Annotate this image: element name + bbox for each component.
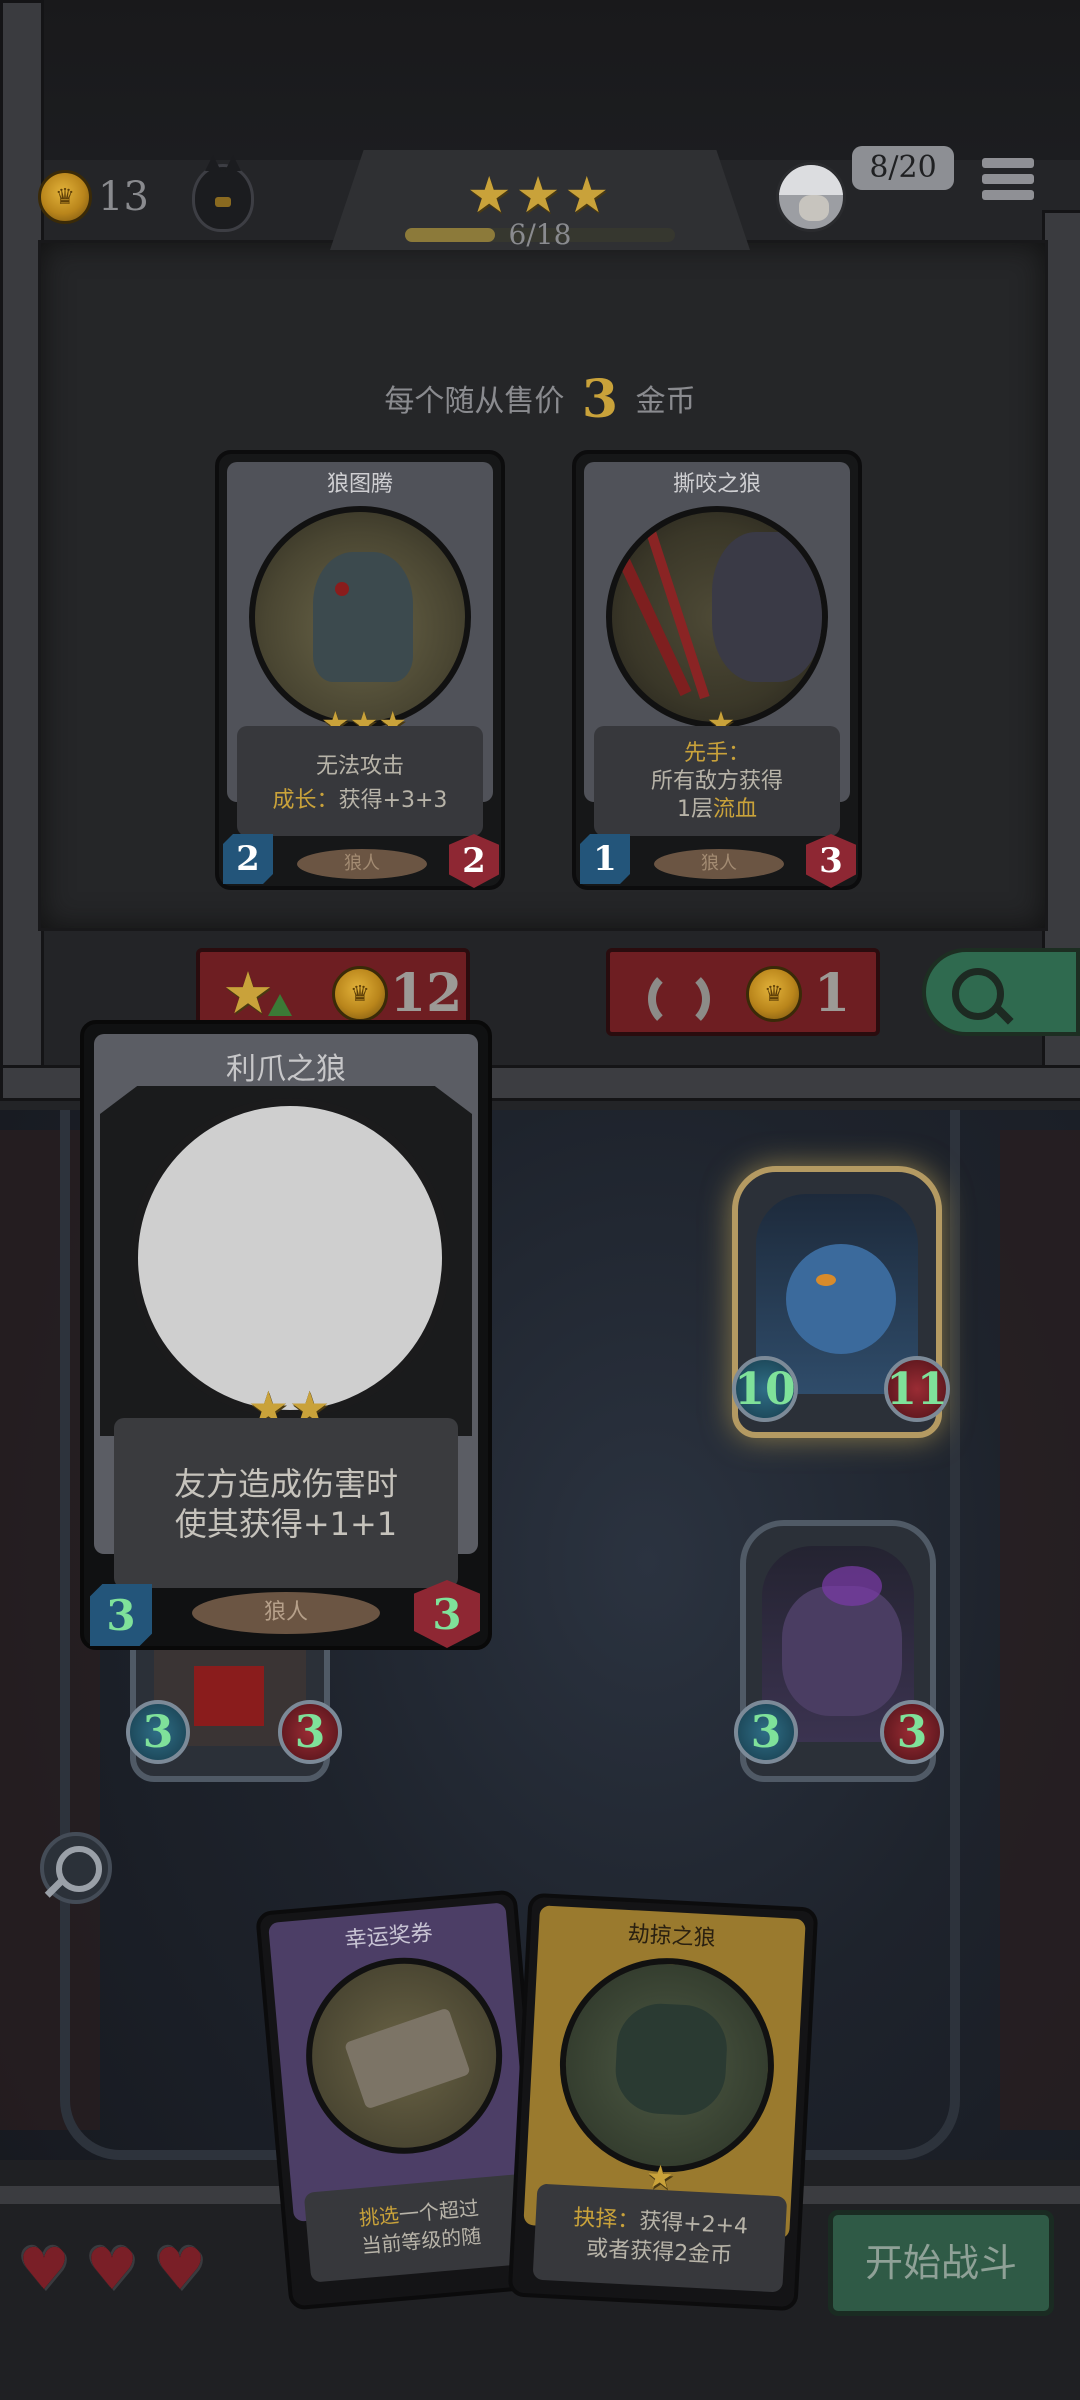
- upgrade-cost: 12: [390, 963, 463, 1024]
- card-health: 2: [449, 834, 499, 888]
- inspect-button[interactable]: [922, 948, 1080, 1036]
- refresh-icon: [648, 968, 710, 1030]
- tier-progress-fill: [405, 228, 495, 242]
- minion-health: 3: [880, 1700, 944, 1764]
- card-description: 友方造成伤害时 使其获得+1+1: [114, 1418, 458, 1588]
- gold-coin-icon: ♛: [332, 966, 388, 1022]
- star-icon: ★: [466, 166, 516, 224]
- magnifier-icon: [56, 1846, 102, 1892]
- hand-card-lucky-ticket[interactable]: 幸运奖券 挑选一个超过 当前等级的随: [255, 1889, 551, 2311]
- star-upgrade-icon: ★: [222, 959, 274, 1027]
- card-art: [130, 1098, 450, 1418]
- star-icon: ★: [564, 166, 614, 224]
- card-description: 挑选一个超过 当前等级的随: [303, 2173, 537, 2283]
- heart-icon: ♥: [154, 2235, 206, 2303]
- lives: ♥ ♥ ♥: [18, 2240, 248, 2310]
- gold-coin-icon: ♛: [38, 170, 92, 224]
- heart-icon: ♥: [86, 2235, 138, 2303]
- minion-attack: 10: [732, 1356, 798, 1422]
- card-name: 利爪之狼: [226, 1052, 346, 1087]
- card-health: 3: [806, 834, 856, 888]
- minion-attack: 3: [126, 1700, 190, 1764]
- minion-health: 11: [884, 1356, 950, 1422]
- minion-attack: 3: [734, 1700, 798, 1764]
- minion-health: 3: [278, 1700, 342, 1764]
- card-attack: 1: [580, 834, 630, 884]
- card-name: 狼图腾: [326, 472, 393, 497]
- card-name: 撕咬之狼: [672, 472, 761, 497]
- card-attack: 3: [90, 1584, 152, 1646]
- start-battle-button[interactable]: 开始战斗: [828, 2210, 1054, 2316]
- right-wall-decor: [1000, 1130, 1080, 2130]
- refresh-shop-button[interactable]: ♛ 1: [606, 948, 880, 1036]
- card-description: 无法攻击 成长：获得+3+3: [237, 726, 483, 836]
- card-art: [249, 506, 471, 728]
- sell-price-text: 每个随从售价 3 金币: [384, 369, 696, 430]
- card-attack: 2: [223, 834, 273, 884]
- heart-icon: ♥: [18, 2235, 70, 2303]
- card-description: 先手： 所有敌方获得 1层流血: [594, 726, 840, 836]
- player-wolf-avatar[interactable]: [192, 155, 254, 232]
- card-health: 3: [414, 1580, 480, 1648]
- arrow-up-icon: [268, 994, 292, 1016]
- sell-price-value: 3: [581, 369, 619, 430]
- card-tribe: 狼人: [297, 849, 427, 879]
- card-art: [606, 506, 828, 728]
- tier-stars: ★★★: [465, 170, 615, 220]
- refresh-cost: 1: [814, 963, 851, 1024]
- opponent-avatar[interactable]: [776, 162, 846, 232]
- card-description: 抉择：获得+2+4 或者获得2金币: [532, 2183, 788, 2293]
- board-inspect-button[interactable]: [40, 1832, 112, 1904]
- menu-icon[interactable]: [982, 158, 1034, 210]
- shop-card-biting-wolf[interactable]: 撕咬之狼 ★ 先手： 所有敌方获得 1层流血 狼人 1 3: [572, 450, 862, 890]
- opponents-count: 8/20: [852, 146, 954, 190]
- card-tribe: 狼人: [654, 849, 784, 879]
- shop-card-wolf-totem[interactable]: 狼图腾 ★★★ 无法攻击 成长：获得+3+3 狼人 2 2: [215, 450, 505, 890]
- hand-card-plunder-wolf[interactable]: 劫掠之狼 ★ 抉择：获得+2+4 或者获得2金币: [507, 1892, 819, 2312]
- gold-amount: 13: [98, 174, 149, 220]
- gold-coin-icon: ♛: [746, 966, 802, 1022]
- preview-card-claw-wolf[interactable]: 利爪之狼 ★★ 友方造成伤害时 使其获得+1+1 狼人 3 3: [80, 1020, 492, 1650]
- card-tribe: 狼人: [192, 1592, 380, 1634]
- shop-area: [38, 240, 1048, 931]
- star-icon: ★: [515, 166, 565, 224]
- tier-progress-text: 6/18: [508, 218, 572, 251]
